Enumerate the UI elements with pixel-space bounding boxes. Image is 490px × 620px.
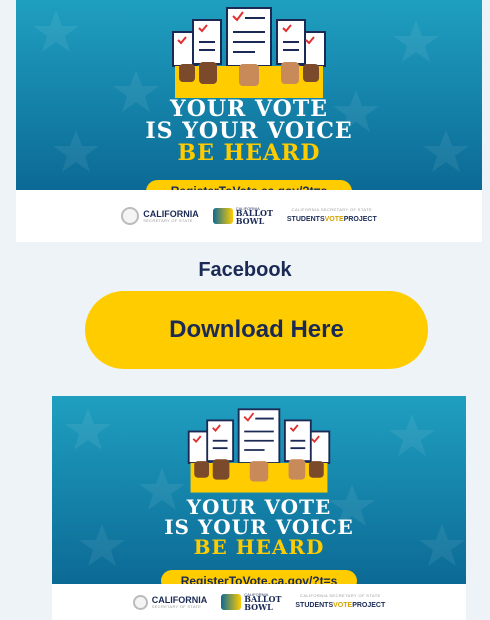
poster-background: YOUR VOTE IS YOUR VOICE BE HEARD: [16, 0, 482, 190]
state-seal-icon: [121, 207, 140, 225]
headline-line-2: IS YOUR VOICE: [145, 118, 353, 144]
california-sos-logo: CALIFORNIA SECRETARY OF STATE: [132, 594, 207, 610]
headline-line-1: YOUR VOTE: [170, 96, 328, 122]
students-vote-project-logo: CALIFORNIA SECRETARY OF STATE STUDENTSVO…: [286, 206, 377, 224]
ballot-bowl-line-2: BOWL: [235, 215, 265, 226]
svp-small: CALIFORNIA SECRETARY OF STATE: [291, 206, 373, 212]
state-seal-icon: [132, 594, 148, 610]
ballot-bowl-logo: CALIFORNIA BALLOT BOWL: [212, 206, 273, 226]
ballot-bowl-logo: CALIFORNIA BALLOT BOWL: [221, 592, 281, 612]
svp-part-1: STUDENTS: [295, 602, 334, 610]
campaign-graphic-bottom: YOUR VOTE IS YOUR VOICE BE HEARD Registe…: [52, 396, 466, 620]
svp-part-2: VOTE: [333, 602, 353, 610]
download-button[interactable]: Download Here: [85, 291, 428, 369]
raised-ballots-illustration: [187, 408, 331, 493]
sponsor-logos: CALIFORNIA SECRETARY OF STATE CALIFORNIA…: [52, 584, 466, 620]
poster-headline: YOUR VOTE IS YOUR VOICE BE HEARD: [16, 98, 482, 164]
poster-background: YOUR VOTE IS YOUR VOICE BE HEARD: [52, 396, 466, 584]
svp-part-2: VOTE: [324, 216, 344, 224]
campaign-graphic-top: YOUR VOTE IS YOUR VOICE BE HEARD Registe…: [16, 0, 482, 242]
svp-small: CALIFORNIA SECRETARY OF STATE: [300, 592, 381, 598]
headline-line-3: BE HEARD: [193, 535, 325, 559]
svp-part-3: PROJECT: [352, 602, 386, 610]
headline-line-2: IS YOUR VOICE: [164, 515, 354, 539]
california-sos-logo: CALIFORNIA SECRETARY OF STATE: [121, 207, 199, 225]
svp-part-1: STUDENTS: [286, 216, 325, 224]
raised-ballots-illustration: [172, 7, 326, 98]
california-logo-subtitle: SECRETARY OF STATE: [151, 603, 202, 609]
poster-headline: YOUR VOTE IS YOUR VOICE BE HEARD: [52, 497, 466, 557]
headline-line-1: YOUR VOTE: [186, 495, 332, 519]
svp-part-3: PROJECT: [343, 216, 377, 224]
students-vote-project-logo: CALIFORNIA SECRETARY OF STATE STUDENTSVO…: [295, 592, 386, 610]
california-logo-subtitle: SECRETARY OF STATE: [143, 217, 193, 223]
ballot-bowl-trophy-icon: [221, 593, 242, 610]
sponsor-logos: CALIFORNIA SECRETARY OF STATE CALIFORNIA…: [16, 190, 482, 242]
ballot-bowl-line-2: BOWL: [244, 601, 273, 612]
platform-label: Facebook: [198, 259, 292, 281]
ballot-bowl-trophy-icon: [212, 207, 233, 224]
headline-line-3: BE HEARD: [177, 140, 321, 166]
